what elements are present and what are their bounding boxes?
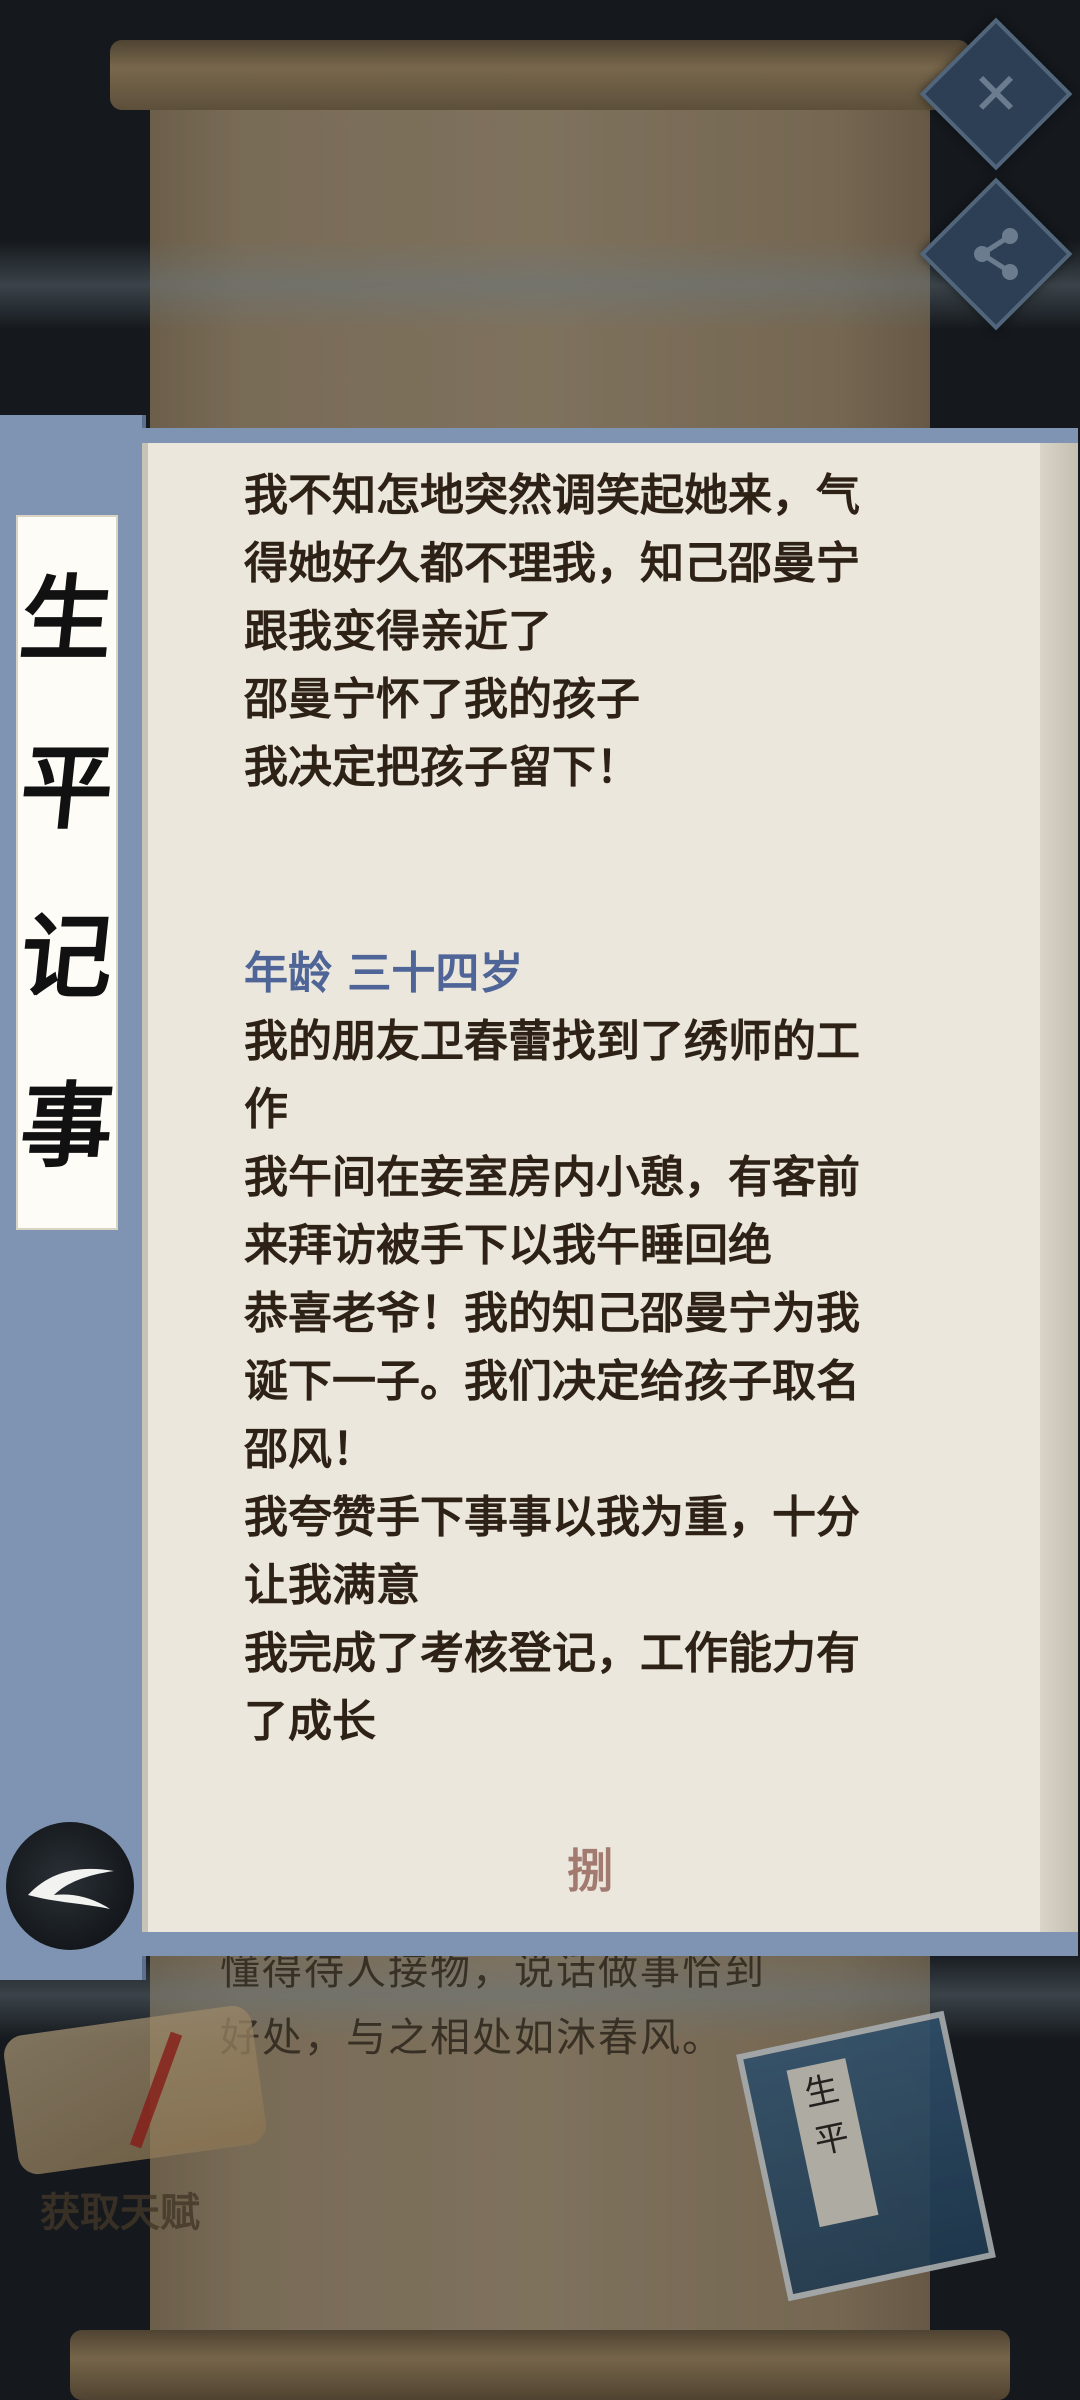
log-line: 我夸赞手下事事以我为重，十分 [244,1492,860,1543]
log-line: 邵风！ [244,1424,376,1475]
back-arrow-icon [28,1868,114,1909]
biography-log[interactable]: 我不知怎地突然调笑起她来，气 得她好久都不理我，知己邵曼宁 跟我变得亲近了 邵曼… [244,462,924,1756]
age-heading: 年龄 三十四岁 [244,948,524,999]
paper-bottom-border [142,1932,1078,1956]
log-line: 我午间在妾室房内小憩，有客前 [244,1152,860,1203]
log-line: 我不知怎地突然调笑起她来，气 [244,470,860,521]
log-line: 得她好久都不理我，知己邵曼宁 [244,538,860,589]
biography-title: 生 平 记 事 [15,515,119,1230]
log-line: 让我满意 [244,1560,420,1611]
log-line: 作 [244,1084,288,1135]
back-button[interactable] [6,1822,134,1950]
log-line: 恭喜老爷！我的知己邵曼宁为我 [244,1288,860,1339]
log-line: 我的朋友卫春蕾找到了绣师的工 [244,1016,860,1067]
title-char: 生 [15,565,119,674]
title-char: 平 [15,734,119,843]
log-line: 跟我变得亲近了 [244,606,552,657]
page-end-mark: 捌 [567,1844,613,1898]
title-char: 事 [15,1071,119,1180]
log-line: 了成长 [244,1696,376,1747]
log-line: 诞下一子。我们决定给孩子取名 [244,1356,860,1407]
log-line: 我完成了考核登记，工作能力有 [244,1628,860,1679]
paper-edge [1040,443,1078,1933]
title-char: 记 [15,902,119,1011]
log-line: 来拜访被手下以我午睡回绝 [244,1220,772,1271]
log-line: 邵曼宁怀了我的孩子 [244,674,640,725]
log-line: 我决定把孩子留下！ [244,742,640,793]
